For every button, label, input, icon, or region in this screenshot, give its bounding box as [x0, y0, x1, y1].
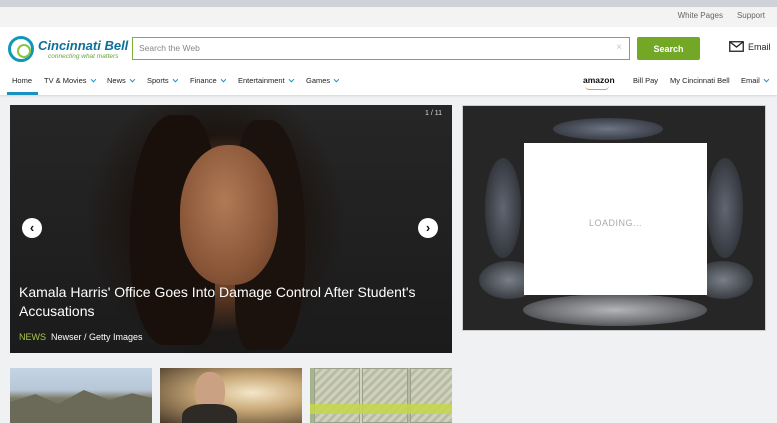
- nav-item-tv-movies[interactable]: TV & Movies: [44, 76, 96, 85]
- hero-meta: NEWS Newser / Getty Images: [19, 332, 143, 342]
- currency-bills-thumbnail[interactable]: [310, 368, 452, 423]
- chevron-down-icon: [90, 76, 96, 83]
- chevron-down-icon: [129, 76, 136, 83]
- chevron-down-icon: [172, 76, 178, 83]
- ad-panel: LOADING...: [462, 105, 766, 331]
- bill-image: [362, 368, 408, 423]
- bill-band: [310, 404, 452, 414]
- nav-entertainment-label: Entertainment: [238, 76, 285, 85]
- chevron-down-icon: [220, 76, 226, 83]
- search-box: ×: [132, 37, 630, 60]
- header-email-link[interactable]: Email: [729, 41, 771, 52]
- cincinnati-bell-logo[interactable]: Cincinnati Bell connecting what matters: [8, 36, 128, 62]
- ad-loading-card: LOADING...: [524, 143, 707, 295]
- nav-home-label: Home: [12, 76, 33, 85]
- nav-item-home[interactable]: Home: [12, 76, 32, 85]
- amazon-smile-icon: [585, 86, 609, 90]
- nav-finance-label: Finance: [190, 76, 217, 85]
- loading-text: LOADING...: [588, 218, 642, 228]
- utility-bar: White Pages Support: [0, 7, 777, 27]
- next-slide-button[interactable]: ›: [418, 218, 438, 238]
- main-nav: Home TV & Movies News Sports Finance Ent…: [0, 73, 777, 95]
- search-input[interactable]: [133, 38, 603, 58]
- mountain-shape: [10, 390, 152, 423]
- slide-counter: 1 / 11: [425, 110, 442, 117]
- envelope-icon: [729, 41, 744, 52]
- hero-headline[interactable]: Kamala Harris' Office Goes Into Damage C…: [19, 283, 449, 321]
- logo-tagline: connecting what matters: [48, 53, 119, 60]
- email-link-label: Email: [748, 41, 771, 52]
- portrait-body: [182, 404, 237, 423]
- nav-bill-pay-label: Bill Pay: [633, 76, 659, 85]
- logo-name: Cincinnati Bell: [38, 38, 129, 53]
- man-portrait-thumbnail[interactable]: [160, 368, 302, 423]
- nav-email-label: Email: [741, 76, 760, 85]
- white-pages-link[interactable]: White Pages: [678, 11, 723, 20]
- nav-item-entertainment[interactable]: Entertainment: [238, 76, 294, 85]
- nav-item-sports[interactable]: Sports: [147, 76, 178, 85]
- nav-item-finance[interactable]: Finance: [190, 76, 226, 85]
- ad-glow-right: [707, 158, 743, 258]
- support-link[interactable]: Support: [737, 11, 765, 20]
- chevron-left-icon: ‹: [29, 220, 35, 235]
- chevron-down-icon: [333, 76, 340, 83]
- prev-slide-button[interactable]: ‹: [22, 218, 42, 238]
- bill-image: [410, 368, 452, 423]
- nav-active-underline: [7, 92, 38, 95]
- nav-news-label: News: [107, 76, 126, 85]
- nav-item-my-cincinnati-bell[interactable]: My Cincinnati Bell: [670, 76, 730, 85]
- hero-source: Newser / Getty Images: [51, 332, 143, 342]
- nav-item-bill-pay[interactable]: Bill Pay: [633, 76, 658, 85]
- clear-search-icon[interactable]: ×: [616, 42, 622, 54]
- nav-games-label: Games: [306, 76, 331, 85]
- nav-sports-label: Sports: [147, 76, 169, 85]
- chevron-down-icon: [288, 76, 294, 83]
- ad-glow-top: [553, 118, 663, 140]
- amazon-logo-text: amazon: [583, 75, 615, 85]
- site-header: Cincinnati Bell connecting what matters …: [0, 27, 777, 95]
- nav-item-games[interactable]: Games: [306, 76, 340, 85]
- hero-category: NEWS: [19, 332, 46, 342]
- nav-tv-movies-label: TV & Movies: [44, 76, 87, 85]
- ad-floor-glow: [523, 294, 707, 326]
- amazon-link[interactable]: amazon: [583, 75, 615, 90]
- nav-item-email[interactable]: Email: [741, 76, 770, 85]
- logo-mark-icon: [8, 36, 34, 62]
- ad-glow-left: [485, 158, 521, 258]
- hero-image-face: [180, 145, 278, 285]
- mountain-landscape-thumbnail[interactable]: [10, 368, 152, 423]
- browser-top-strip: [0, 0, 777, 7]
- nav-my-cincinnati-bell-label: My Cincinnati Bell: [670, 76, 730, 85]
- chevron-down-icon: [763, 76, 770, 83]
- nav-item-news[interactable]: News: [107, 76, 136, 85]
- bill-image: [314, 368, 360, 423]
- utility-links: White Pages Support: [678, 11, 765, 20]
- hero-slideshow[interactable]: 1 / 11 ‹ › Kamala Harris' Office Goes In…: [10, 105, 452, 353]
- search-button[interactable]: Search: [637, 37, 700, 60]
- chevron-right-icon: ›: [425, 220, 431, 235]
